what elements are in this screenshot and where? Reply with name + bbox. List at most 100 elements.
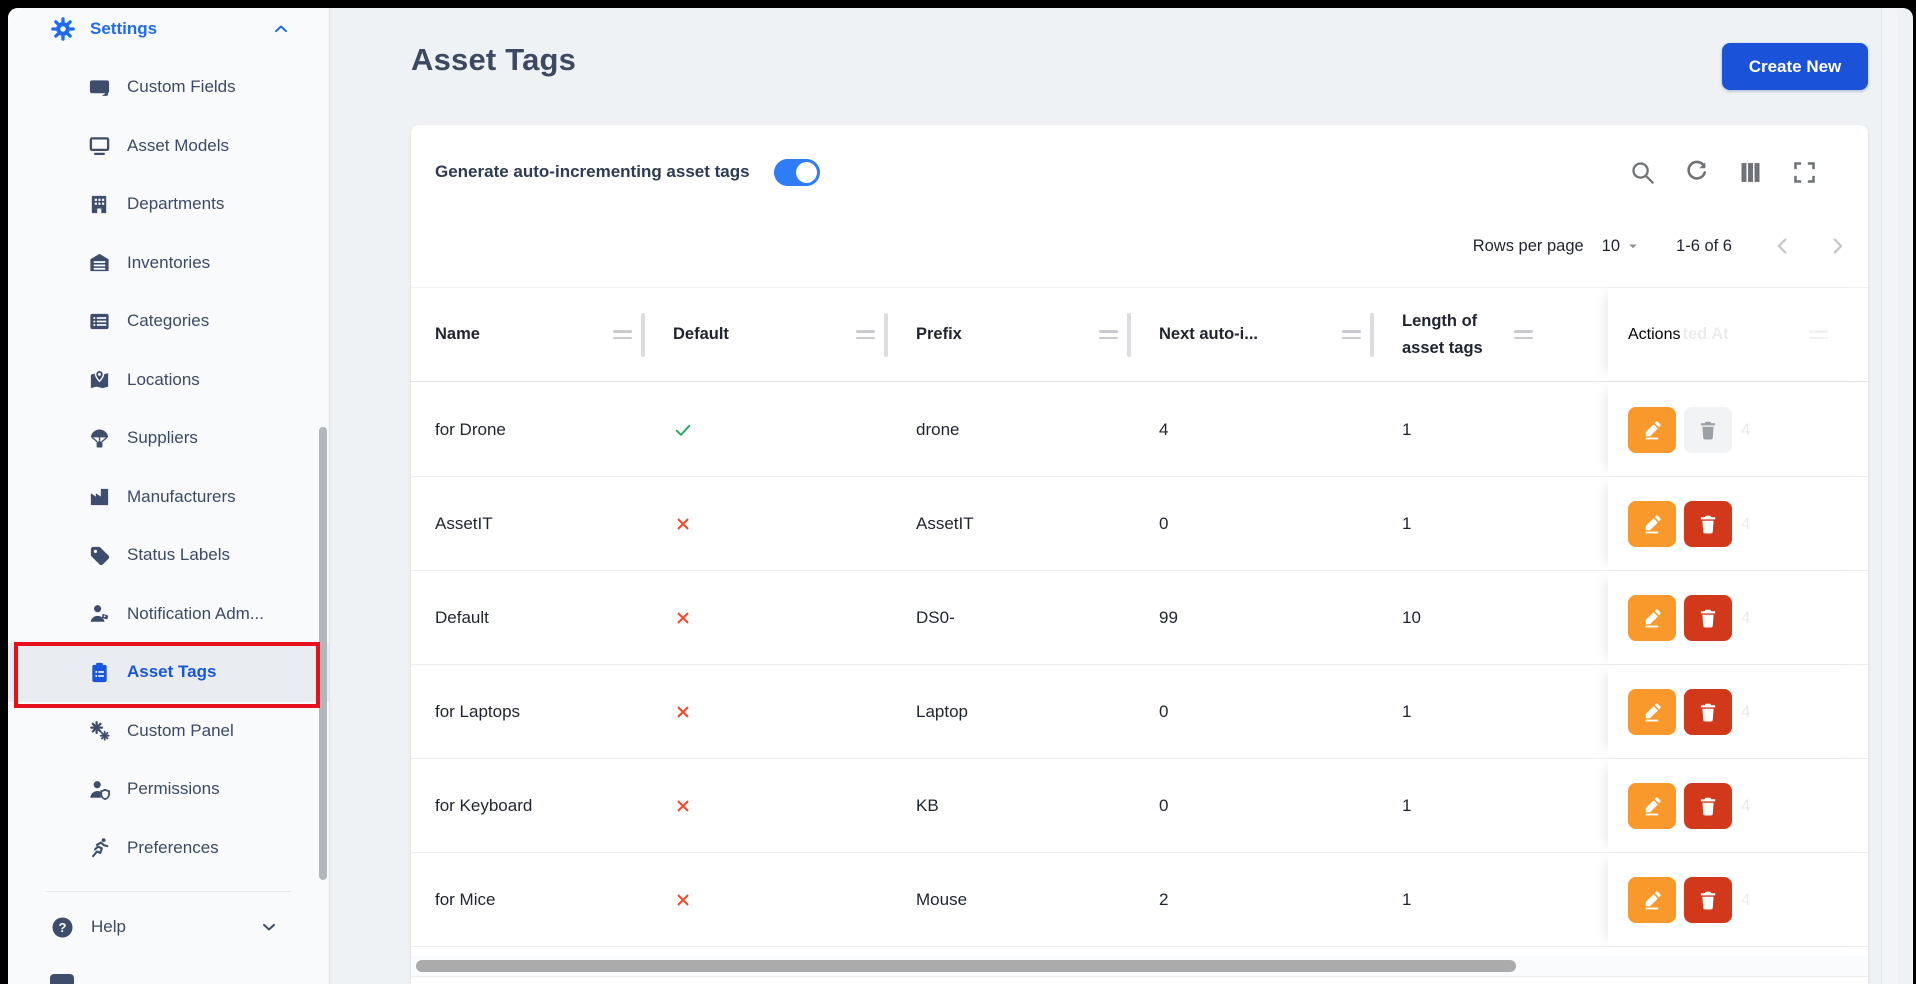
cell-name: for Keyboard: [435, 796, 673, 816]
main-content: Asset Tags Create New Generate auto-incr…: [331, 8, 1897, 984]
cell-next-auto-increment: 0: [1159, 796, 1402, 816]
cross-icon: [673, 514, 693, 534]
cell-actions: 4: [1608, 571, 1868, 664]
create-new-button[interactable]: Create New: [1722, 43, 1868, 90]
cell-default: [673, 796, 916, 816]
chevron-down-icon[interactable]: [259, 917, 279, 937]
sidebar-item-categories[interactable]: Categories: [8, 292, 329, 351]
caret-down-icon: [1624, 237, 1642, 255]
cell-length: 1: [1402, 796, 1608, 816]
next-page-button[interactable]: [1826, 235, 1848, 257]
sidebar-item-status-labels[interactable]: Status Labels: [8, 526, 329, 585]
sidebar-item-asset-models[interactable]: Asset Models: [8, 117, 329, 176]
sidebar-item-preferences[interactable]: Preferences: [8, 819, 329, 878]
hidden-column-ghost-label: ted At: [1682, 325, 1728, 344]
horizontal-scrollbar-thumb[interactable]: [416, 960, 1516, 972]
delete-button[interactable]: [1684, 595, 1732, 641]
sidebar-item-suppliers[interactable]: Suppliers: [8, 409, 329, 468]
cell-name: for Mice: [435, 890, 673, 910]
delete-button: [1684, 407, 1732, 453]
edit-button[interactable]: [1628, 501, 1676, 547]
fullscreen-icon[interactable]: [1791, 159, 1818, 186]
table-row: AssetIT AssetIT 0 1 4: [411, 477, 1868, 571]
asset-tags-card: Generate auto-incrementing asset tags Ro…: [411, 125, 1868, 984]
svg-text:?: ?: [59, 920, 67, 935]
sidebar-item-custom-panel[interactable]: Custom Panel: [8, 702, 329, 761]
sidebar-item-asset-tags[interactable]: Asset Tags: [8, 643, 329, 702]
pagination-bar: Rows per page 10 1-6 of 6: [435, 221, 1848, 271]
monitor-icon: [88, 134, 111, 157]
trash-icon: [1697, 513, 1719, 535]
chevron-up-icon[interactable]: [271, 19, 291, 39]
edit-button[interactable]: [1628, 689, 1676, 735]
sidebar-item-manufacturers[interactable]: Manufacturers: [8, 468, 329, 527]
table-row: Default DS0- 99 10 4: [411, 571, 1868, 665]
column-resize-handle[interactable]: [856, 330, 875, 339]
card-icon: [88, 76, 111, 99]
rows-per-page-select[interactable]: 10: [1602, 237, 1642, 256]
cell-length: 1: [1402, 890, 1608, 910]
delete-button[interactable]: [1684, 783, 1732, 829]
edit-button[interactable]: [1628, 407, 1676, 453]
column-header-next-auto-increment[interactable]: Next auto-i...: [1159, 313, 1402, 357]
delete-button[interactable]: [1684, 689, 1732, 735]
columns-icon[interactable]: [1737, 159, 1764, 186]
column-resize-handle[interactable]: [1342, 330, 1361, 339]
cell-next-auto-increment: 2: [1159, 890, 1402, 910]
delete-button[interactable]: [1684, 501, 1732, 547]
clipboard-icon: [88, 661, 111, 684]
sidebar-item-notification-adm[interactable]: Notification Adm...: [8, 585, 329, 644]
cell-name: Default: [435, 608, 673, 628]
cross-icon: [673, 796, 693, 816]
check-icon: [673, 420, 693, 440]
cell-length: 1: [1402, 514, 1608, 534]
trash-icon: [1697, 889, 1719, 911]
sidebar-header-settings[interactable]: Settings: [8, 8, 329, 50]
settings-sidebar: Settings Custom Fields Asset Models Depa…: [8, 8, 330, 984]
pagination-range: 1-6 of 6: [1676, 237, 1732, 256]
sidebar-item-locations[interactable]: Locations: [8, 351, 329, 410]
previous-page-button[interactable]: [1772, 235, 1794, 257]
pencil-icon: [1641, 795, 1663, 817]
ghost-text: 4: [1741, 890, 1750, 910]
edit-button[interactable]: [1628, 595, 1676, 641]
column-header-name[interactable]: Name: [435, 313, 673, 357]
search-icon[interactable]: [1629, 159, 1656, 186]
warehouse-icon: [88, 251, 111, 274]
edit-button[interactable]: [1628, 877, 1676, 923]
column-resize-handle[interactable]: [1514, 330, 1533, 339]
column-header-length[interactable]: Length of asset tags: [1402, 308, 1608, 361]
gear-icon: [50, 16, 76, 42]
sidebar-item-help[interactable]: ? Help: [8, 892, 329, 962]
cell-next-auto-increment: 4: [1159, 420, 1402, 440]
sidebar-scrollbar-thumb[interactable]: [319, 427, 327, 880]
auto-increment-toggle[interactable]: [774, 159, 820, 186]
factory-icon: [88, 485, 111, 508]
table-toolbar: [1629, 159, 1844, 186]
edit-button[interactable]: [1628, 783, 1676, 829]
cross-icon: [673, 608, 693, 628]
sidebar-item-departments[interactable]: Departments: [8, 175, 329, 234]
column-resize-handle[interactable]: [613, 330, 632, 339]
table-body: for Drone drone 4 1 4 AssetIT AssetIT 0 …: [411, 383, 1868, 947]
cell-next-auto-increment: 0: [1159, 514, 1402, 534]
cell-next-auto-increment: 99: [1159, 608, 1402, 628]
cell-length: 1: [1402, 702, 1608, 722]
column-header-prefix[interactable]: Prefix: [916, 313, 1159, 357]
rows-per-page-value: 10: [1602, 237, 1620, 256]
user-badge-icon: [88, 602, 111, 625]
sidebar-item-permissions[interactable]: Permissions: [8, 760, 329, 819]
column-resize-handle[interactable]: [1099, 330, 1118, 339]
sidebar-item-custom-fields[interactable]: Custom Fields: [8, 58, 329, 117]
cell-name: for Laptops: [435, 702, 673, 722]
refresh-icon[interactable]: [1683, 159, 1710, 186]
toggle-knob: [796, 162, 817, 183]
sidebar-item-inventories[interactable]: Inventories: [8, 234, 329, 293]
delete-button[interactable]: [1684, 877, 1732, 923]
column-header-default[interactable]: Default: [673, 313, 916, 357]
cell-default: [673, 702, 916, 722]
cell-length: 1: [1402, 420, 1608, 440]
cell-length: 10: [1402, 608, 1608, 628]
map-pin-icon: [88, 368, 111, 391]
cell-default: [673, 608, 916, 628]
